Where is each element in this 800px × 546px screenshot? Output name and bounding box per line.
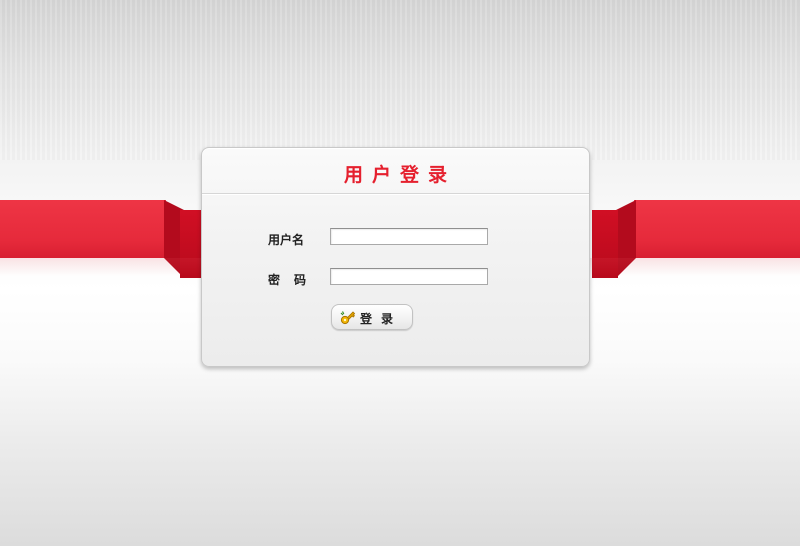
password-label: 密码	[268, 273, 321, 287]
username-input[interactable]	[330, 228, 488, 245]
login-panel-header: 用户登录	[202, 148, 589, 194]
username-label: 用户名	[268, 233, 305, 247]
password-input[interactable]	[330, 268, 488, 285]
ribbon-left	[0, 200, 166, 258]
background-stripes	[0, 0, 800, 160]
key-icon	[340, 311, 356, 325]
login-page: 用户登录 用户名 密码 登录	[0, 0, 800, 546]
password-row: 密码	[202, 268, 589, 290]
login-button-label: 登录	[360, 312, 403, 326]
username-row: 用户名	[202, 228, 589, 250]
ribbon-right	[634, 200, 800, 258]
login-button[interactable]: 登录	[331, 304, 413, 330]
login-title: 用户登录	[343, 164, 456, 186]
login-panel: 用户登录 用户名 密码 登录	[201, 147, 590, 367]
